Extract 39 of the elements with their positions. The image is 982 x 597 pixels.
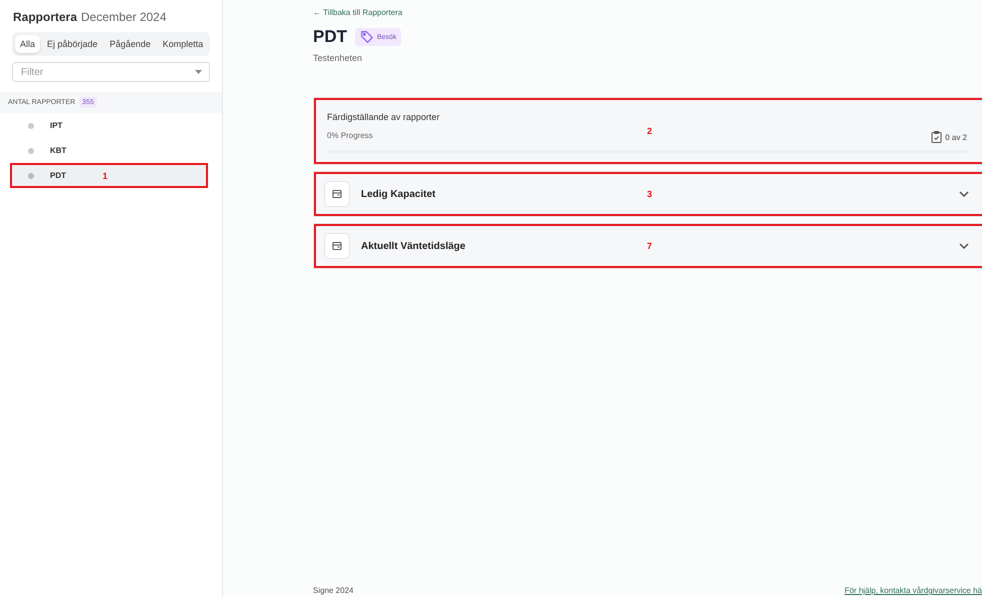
store-icon [324, 181, 350, 207]
progress-title: Färdigställande av rapporter [327, 112, 441, 122]
period-label: December 2024 [81, 10, 166, 24]
tag-icon [360, 30, 374, 44]
chevron-icon [959, 243, 969, 249]
report-label: IPT [50, 121, 62, 130]
report-item[interactable]: IPT [10, 113, 208, 138]
report-item[interactable]: KBT [10, 138, 208, 163]
report-label: KBT [50, 146, 66, 155]
back-link[interactable]: ← Tillbaka till Rapportera [313, 8, 982, 17]
status-dot [28, 172, 34, 178]
filter-dropdown[interactable]: Filter [12, 62, 210, 82]
sidebar-title: Rapportera [13, 10, 78, 24]
help-link[interactable]: För hjälp, kontakta vårdgivarservice hä [844, 586, 982, 595]
store-icon [324, 233, 350, 259]
section-title: Ledig Kapacitet [361, 188, 436, 200]
status-dot [28, 122, 34, 128]
annotation-number: 1 [102, 170, 108, 180]
clipboard-icon [931, 131, 942, 143]
annotation-number: 3 [647, 189, 652, 199]
chevron-icon [959, 191, 969, 197]
report-label: PDT [50, 171, 66, 180]
report-item[interactable]: PDT 1 [10, 163, 208, 188]
section-header[interactable]: Aktuellt Väntetidsläge 7 [313, 223, 982, 269]
page-title: PDT [313, 27, 347, 47]
progress-reading: 0% Progress [327, 131, 373, 142]
section-title: Aktuellt Väntetidsläge [361, 240, 466, 252]
unit-name: Testenheten [313, 53, 364, 63]
footer-text: Signe 2024 [313, 586, 354, 595]
filter-tab[interactable]: Alla [15, 35, 40, 53]
filter-tab[interactable]: Kompletta [158, 35, 208, 53]
annotation-number: 2 [647, 126, 652, 136]
filter-tab[interactable]: Pågående [104, 35, 156, 53]
annotation-number: 7 [647, 241, 652, 251]
status-dot [28, 148, 34, 154]
filter-tab[interactable]: Ej påbörjade [42, 35, 103, 53]
caret-icon [195, 70, 202, 74]
progress-count: 0 av 2 [945, 132, 967, 142]
section-header[interactable]: Ledig Kapacitet 3 [313, 171, 982, 217]
